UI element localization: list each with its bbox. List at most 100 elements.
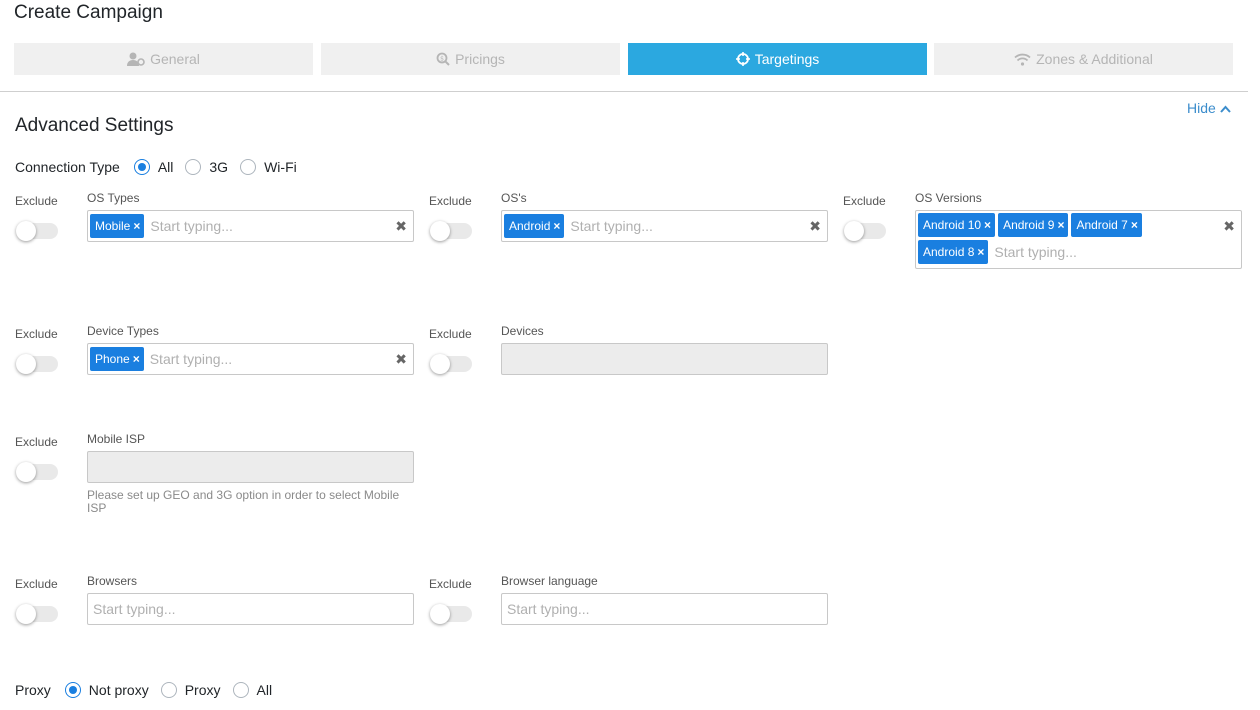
remove-tag-icon[interactable]: × xyxy=(133,214,140,238)
browsers-select[interactable] xyxy=(87,593,414,625)
tag-label: Android 7 xyxy=(1076,218,1128,232)
tag-chip: Android 7 × xyxy=(1071,213,1142,237)
proxy-group: Proxy Not proxy Proxy All xyxy=(15,682,284,698)
remove-tag-icon[interactable]: × xyxy=(977,240,984,264)
exclude-label: Exclude xyxy=(15,577,58,591)
step-targetings[interactable]: Targetings xyxy=(628,43,927,75)
radio-not-proxy[interactable] xyxy=(64,682,81,698)
exclude-os-types-toggle[interactable] xyxy=(16,221,58,241)
remove-tag-icon[interactable]: × xyxy=(553,214,560,238)
device-types-select[interactable]: Phone× ✖ xyxy=(87,343,414,375)
os-types-label: OS Types xyxy=(87,191,140,205)
exclude-os-versions-toggle[interactable] xyxy=(844,221,886,241)
step-label: General xyxy=(150,51,200,67)
toggle-knob xyxy=(16,604,36,624)
tag-chip: Android 10 × xyxy=(918,213,996,237)
proxy-option-all[interactable]: All xyxy=(232,682,273,698)
toggle-knob xyxy=(430,221,450,241)
exclude-devices-toggle[interactable] xyxy=(430,354,472,374)
clear-icon[interactable]: ✖ xyxy=(395,351,407,368)
exclude-browser-language-toggle[interactable] xyxy=(430,604,472,624)
exclude-label: Exclude xyxy=(429,327,472,341)
tag-chip: Android 9 × xyxy=(998,213,1069,237)
radio-label: All xyxy=(256,682,273,698)
tag-chip: Android × xyxy=(504,214,565,238)
os-versions-input[interactable] xyxy=(991,240,1219,264)
radio-all[interactable] xyxy=(133,159,150,175)
tag-label: Android 9 xyxy=(1003,218,1055,232)
connection-type-group: Connection Type All 3G Wi-Fi xyxy=(15,159,309,175)
remove-tag-icon[interactable]: × xyxy=(1131,213,1138,237)
exclude-label: Exclude xyxy=(15,327,58,341)
tag-label: Phone xyxy=(95,352,130,366)
search-dollar-icon: $ xyxy=(436,52,450,66)
step-label: Targetings xyxy=(754,51,820,67)
connection-option-3g[interactable]: 3G xyxy=(185,159,228,175)
remove-tag-icon[interactable]: × xyxy=(984,213,991,237)
browsers-input[interactable] xyxy=(90,597,391,621)
exclude-device-types-toggle[interactable] xyxy=(16,354,58,374)
clear-icon[interactable]: ✖ xyxy=(809,218,821,235)
proxy-option-not-proxy[interactable]: Not proxy xyxy=(64,682,149,698)
browser-language-input[interactable] xyxy=(504,597,805,621)
exclude-label: Exclude xyxy=(15,435,58,449)
toggle-knob xyxy=(844,221,864,241)
exclude-mobile-isp-toggle[interactable] xyxy=(16,462,58,482)
radio-label: Proxy xyxy=(184,682,221,698)
toggle-knob xyxy=(430,354,450,374)
step-general[interactable]: General xyxy=(14,43,313,75)
connection-type-label: Connection Type xyxy=(15,159,120,175)
tag-label: Android xyxy=(509,219,551,233)
oss-select[interactable]: Android× ✖ xyxy=(501,210,828,242)
tag-chip: Phone × xyxy=(90,347,144,371)
browser-language-label: Browser language xyxy=(501,574,598,588)
svg-text:$: $ xyxy=(440,55,444,62)
divider xyxy=(0,91,1248,92)
user-gear-icon xyxy=(127,52,145,66)
browsers-label: Browsers xyxy=(87,574,138,588)
toggle-knob xyxy=(430,604,450,624)
wizard-steps: General $ Pricings Targetings Zones & Ad… xyxy=(14,43,1233,75)
radio-wifi[interactable] xyxy=(240,159,257,175)
clear-icon[interactable]: ✖ xyxy=(395,218,407,235)
exclude-label: Exclude xyxy=(843,194,886,208)
radio-label: 3G xyxy=(209,159,229,175)
connection-option-all[interactable]: All xyxy=(133,159,173,175)
tag-chip: Android 8 × xyxy=(918,240,989,264)
remove-tag-icon[interactable]: × xyxy=(133,347,140,371)
crosshairs-icon xyxy=(735,52,750,66)
mobile-isp-help-text: Please set up GEO and 3G option in order… xyxy=(87,488,400,515)
tag-chip: Mobile × xyxy=(90,214,145,238)
exclude-oss-toggle[interactable] xyxy=(430,221,472,241)
proxy-label: Proxy xyxy=(15,682,51,698)
os-versions-label: OS Versions xyxy=(915,191,982,205)
step-label: Pricings xyxy=(455,51,505,67)
hide-link[interactable]: Hide xyxy=(1187,100,1231,116)
os-versions-select[interactable]: Android 10 × Android 9 × Android 7 × Androi… xyxy=(915,210,1242,269)
radio-proxy-all[interactable] xyxy=(232,682,249,698)
clear-icon[interactable]: ✖ xyxy=(1223,218,1235,235)
step-zones-additional[interactable]: Zones & Additional xyxy=(934,43,1233,75)
step-pricings[interactable]: $ Pricings xyxy=(321,43,620,75)
page-title: Create Campaign xyxy=(14,2,163,23)
exclude-browsers-toggle[interactable] xyxy=(16,604,58,624)
exclude-label: Exclude xyxy=(429,577,472,591)
devices-select xyxy=(501,343,828,375)
radio-3g[interactable] xyxy=(185,159,202,175)
toggle-knob xyxy=(16,462,36,482)
connection-option-wifi[interactable]: Wi-Fi xyxy=(240,159,297,175)
browser-language-select[interactable] xyxy=(501,593,828,625)
oss-label: OS's xyxy=(501,191,527,205)
devices-label: Devices xyxy=(501,324,544,338)
oss-input[interactable] xyxy=(567,214,805,238)
device-types-input[interactable] xyxy=(146,347,391,371)
radio-proxy[interactable] xyxy=(160,682,177,698)
mobile-isp-label: Mobile ISP xyxy=(87,432,146,446)
hide-label: Hide xyxy=(1187,100,1216,116)
mobile-isp-select xyxy=(87,451,414,483)
os-types-select[interactable]: Mobile× ✖ xyxy=(87,210,414,242)
os-types-input[interactable] xyxy=(147,214,391,238)
remove-tag-icon[interactable]: × xyxy=(1057,213,1064,237)
device-types-label: Device Types xyxy=(87,324,159,338)
proxy-option-proxy[interactable]: Proxy xyxy=(160,682,221,698)
